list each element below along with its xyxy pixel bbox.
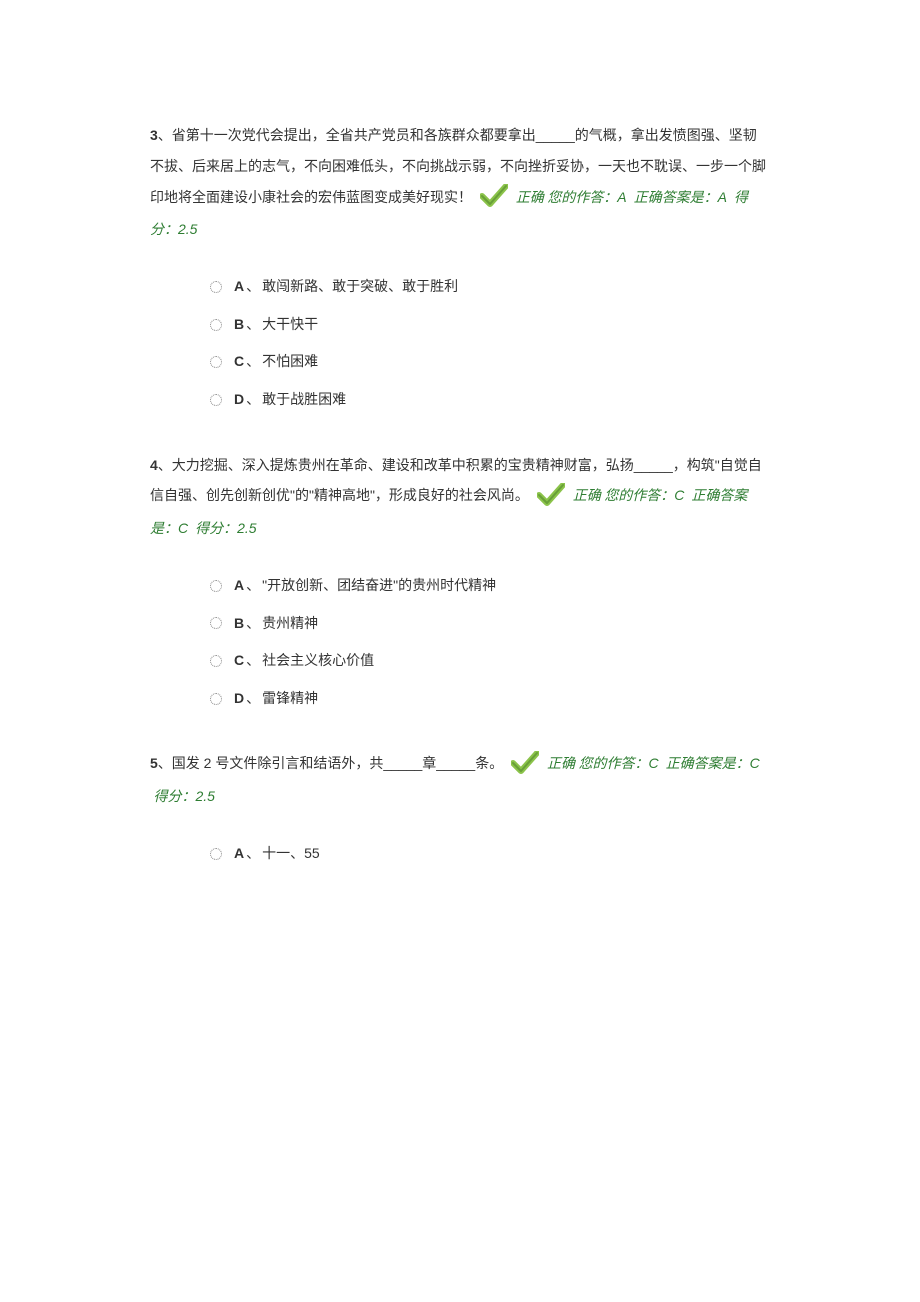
option-label: D、雷锋精神 (234, 689, 318, 709)
radio-icon[interactable] (210, 356, 222, 368)
options-list: A、十一、55 (210, 844, 770, 864)
option-letter: A (234, 845, 244, 861)
option-item[interactable]: A、"开放创新、团结奋进"的贵州时代精神 (210, 576, 770, 596)
option-item[interactable]: D、敢于战胜困难 (210, 390, 770, 410)
radio-icon[interactable] (210, 693, 222, 705)
score-value: 2.5 (178, 221, 197, 237)
option-letter: B (234, 316, 244, 332)
score-value: 2.5 (196, 788, 215, 804)
radio-icon[interactable] (210, 580, 222, 592)
radio-icon[interactable] (210, 848, 222, 860)
option-text: 雷锋精神 (262, 690, 318, 706)
option-item[interactable]: C、不怕困难 (210, 352, 770, 372)
your-answer: A (617, 189, 626, 205)
option-letter: C (234, 353, 244, 369)
option-item[interactable]: B、大干快干 (210, 315, 770, 335)
radio-icon[interactable] (210, 394, 222, 406)
option-text: 不怕困难 (262, 353, 318, 369)
question-block: 4、大力挖掘、深入提炼贵州在革命、建设和改革中积累的宝贵精神财富，弘扬_____… (150, 450, 770, 709)
your-answer-prefix: 您的作答： (579, 757, 649, 772)
status-label: 正确 (516, 191, 544, 206)
status-label: 正确 (573, 489, 601, 504)
options-list: A、"开放创新、团结奋进"的贵州时代精神 B、贵州精神 C、社会主义核心价值 D… (210, 576, 770, 708)
option-label: A、十一、55 (234, 844, 320, 864)
question-block: 5、国发 2 号文件除引言和结语外，共_____章_____条。 正确 您的作答… (150, 748, 770, 863)
option-item[interactable]: A、敢闯新路、敢于突破、敢于胜利 (210, 277, 770, 297)
options-list: A、敢闯新路、敢于突破、敢于胜利 B、大干快干 C、不怕困难 D、敢于战胜困难 (210, 277, 770, 409)
option-text: 敢于战胜困难 (262, 391, 346, 407)
correct-answer: C (178, 520, 188, 536)
score-prefix: 得分： (195, 522, 237, 537)
option-item[interactable]: A、十一、55 (210, 844, 770, 864)
question-number: 3 (150, 127, 158, 143)
option-text: 贵州精神 (262, 615, 318, 631)
question-stem: 3、省第十一次党代会提出，全省共产党员和各族群众都要拿出_____的气概，拿出发… (150, 120, 770, 247)
option-letter: C (234, 652, 244, 668)
correct-answer: C (750, 755, 760, 771)
option-letter: B (234, 615, 244, 631)
option-text: 社会主义核心价值 (262, 652, 374, 668)
stem-text: 、国发 2 号文件除引言和结语外，共_____章_____条。 (158, 755, 503, 771)
your-answer-prefix: 您的作答： (604, 489, 674, 504)
option-letter: D (234, 391, 244, 407)
question-block: 3、省第十一次党代会提出，全省共产党员和各族群众都要拿出_____的气概，拿出发… (150, 120, 770, 410)
your-answer-prefix: 您的作答： (547, 191, 617, 206)
radio-icon[interactable] (210, 319, 222, 331)
option-text: 敢闯新路、敢于突破、敢于胜利 (262, 278, 458, 294)
option-letter: D (234, 690, 244, 706)
question-number: 5 (150, 755, 158, 771)
checkmark-icon (537, 483, 565, 507)
option-item[interactable]: B、贵州精神 (210, 614, 770, 634)
option-item[interactable]: C、社会主义核心价值 (210, 651, 770, 671)
option-label: A、敢闯新路、敢于突破、敢于胜利 (234, 277, 458, 297)
option-label: C、社会主义核心价值 (234, 651, 374, 671)
radio-icon[interactable] (210, 281, 222, 293)
option-label: D、敢于战胜困难 (234, 390, 346, 410)
option-label: A、"开放创新、团结奋进"的贵州时代精神 (234, 576, 496, 596)
option-text: 十一、55 (262, 845, 320, 861)
radio-icon[interactable] (210, 655, 222, 667)
correct-answer-prefix: 正确答案是： (634, 191, 718, 206)
option-label: B、大干快干 (234, 315, 318, 335)
status-label: 正确 (547, 757, 575, 772)
your-answer: C (649, 755, 659, 771)
score-value: 2.5 (237, 520, 256, 536)
score-prefix: 得分： (154, 790, 196, 805)
checkmark-icon (480, 184, 508, 208)
option-label: B、贵州精神 (234, 614, 318, 634)
option-letter: A (234, 577, 244, 593)
option-text: "开放创新、团结奋进"的贵州时代精神 (262, 577, 496, 593)
question-stem: 4、大力挖掘、深入提炼贵州在革命、建设和改革中积累的宝贵精神财富，弘扬_____… (150, 450, 770, 546)
option-text: 大干快干 (262, 316, 318, 332)
question-stem: 5、国发 2 号文件除引言和结语外，共_____章_____条。 正确 您的作答… (150, 748, 770, 814)
option-item[interactable]: D、雷锋精神 (210, 689, 770, 709)
question-number: 4 (150, 457, 158, 473)
radio-icon[interactable] (210, 617, 222, 629)
option-letter: A (234, 278, 244, 294)
checkmark-icon (511, 751, 539, 775)
correct-answer: A (718, 189, 727, 205)
your-answer: C (674, 487, 684, 503)
correct-answer-prefix: 正确答案是： (666, 757, 750, 772)
option-label: C、不怕困难 (234, 352, 318, 372)
